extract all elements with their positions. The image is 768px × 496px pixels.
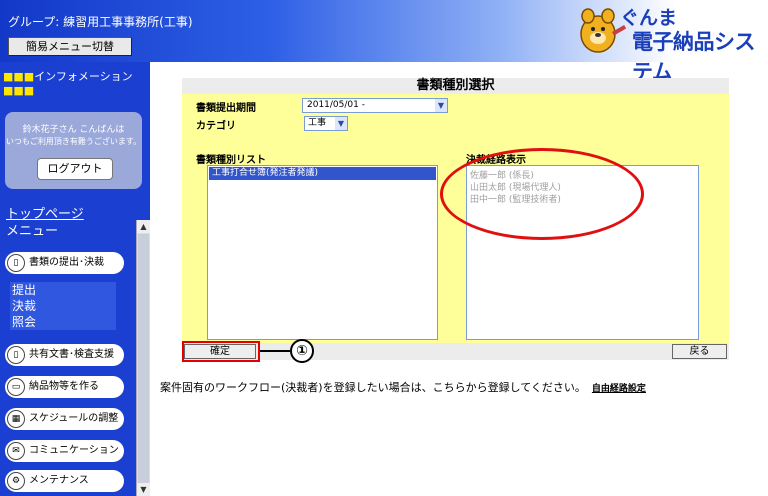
simple-menu-toggle-button[interactable]: 簡易メニュー切替 [8,37,132,56]
scroll-up-icon[interactable]: ▲ [137,220,150,233]
footer-note: 案件固有のワークフロー(決裁者)を登録したい場合は、こちらから登録してください。… [160,379,646,395]
chevron-down-icon[interactable]: ▼ [435,99,447,112]
submenu-approve[interactable]: 決裁 [10,298,116,314]
mail-icon: ✉ [7,442,25,460]
logo: ぐんま 電子納品システム [578,2,764,84]
sidebar: ■■■インフォメーション■■■ 鈴木花子さん こんばんは いつもご利用頂き有難う… [0,62,150,496]
route-highlight-ellipse [440,148,644,240]
menu-deliverables[interactable]: ▭ 納品物等を作る [5,376,124,398]
logout-button[interactable]: ログアウト [37,158,113,180]
menu-schedule[interactable]: ▦ スケジュールの調整 [5,408,124,430]
document-type-list[interactable]: 工事打合せ簿(発注者発議) [207,165,438,340]
marker-icon: ■■■ [3,84,35,97]
menu-label: 納品物等を作る [29,381,99,392]
callout-number-badge: ① [290,339,314,363]
back-button[interactable]: 戻る [672,344,727,359]
callout-connector [260,350,290,352]
user-box: 鈴木花子さん こんばんは いつもご利用頂き有難うございます。 ログアウト [5,112,142,189]
chevron-down-icon[interactable]: ▼ [335,117,347,130]
category-label: カテゴリ [196,121,236,132]
menu-heading: メニュー [6,224,59,239]
header: グループ: 練習用工事事務所(工事) 簡易メニュー切替 ぐんま 電子納品システム [0,0,768,84]
menu-label: コミュニケーション [29,445,119,456]
menu-document-submit[interactable]: ▯ 書類の提出･決裁 [5,252,124,274]
period-label: 書類提出期間 [196,103,256,114]
period-value: 2011/05/01 - [307,100,365,110]
wrench-icon: ⚙ [7,472,25,490]
confirm-callout-highlight [182,341,260,362]
group-label: グループ: 練習用工事事務所(工事) [8,15,193,29]
period-select[interactable]: 2011/05/01 - ▼ [302,98,448,113]
information-label: インフォメーション [34,70,133,83]
menu-label: メンテナンス [29,475,89,486]
information-heading: ■■■インフォメーション■■■ [3,68,150,97]
menu-label: スケジュールの調整 [29,413,119,424]
scroll-down-icon[interactable]: ▼ [137,483,150,496]
folder-icon: ▭ [7,378,25,396]
marker-icon: ■■■ [3,70,35,83]
calendar-icon: ▦ [7,410,25,428]
category-value: 工事 [308,118,327,128]
submenu-submit[interactable]: 提出 [10,282,116,298]
list-item[interactable]: 工事打合せ簿(発注者発議) [209,167,436,180]
menu-shared-docs[interactable]: ▯ 共有文書･検査支援 [5,344,124,366]
list-label: 書類種別リスト [196,155,266,166]
logo-text-bottom: 電子納品システム [632,30,756,84]
greeting-message: いつもご利用頂き有難うございます。 [5,137,142,146]
app-root: グループ: 練習用工事事務所(工事) 簡易メニュー切替 ぐんま 電子納品システム… [0,0,768,496]
scroll-thumb[interactable] [138,234,149,484]
panel-title-bar: 書類種別選択 [182,78,729,94]
greeting-name: 鈴木花子さん こんばんは [22,125,125,135]
footer-text: 案件固有のワークフロー(決裁者)を登録したい場合は、こちらから登録してください。 [160,381,586,394]
menu-communication[interactable]: ✉ コミュニケーション [5,440,124,462]
menu-maintenance[interactable]: ⚙ メンテナンス [5,470,124,492]
panel-title: 書類種別選択 [416,78,495,93]
menu-label: 共有文書･検査支援 [29,349,114,360]
document-icon: ▯ [7,254,25,272]
sidebar-scrollbar[interactable]: ▲ ▼ [136,220,150,496]
free-route-link[interactable]: 自由経路設定 [592,384,646,394]
submenu-inquiry[interactable]: 照会 [10,314,116,330]
category-select[interactable]: 工事 ▼ [304,116,348,131]
document-icon: ▯ [7,346,25,364]
menu-label: 書類の提出･決裁 [29,257,104,268]
